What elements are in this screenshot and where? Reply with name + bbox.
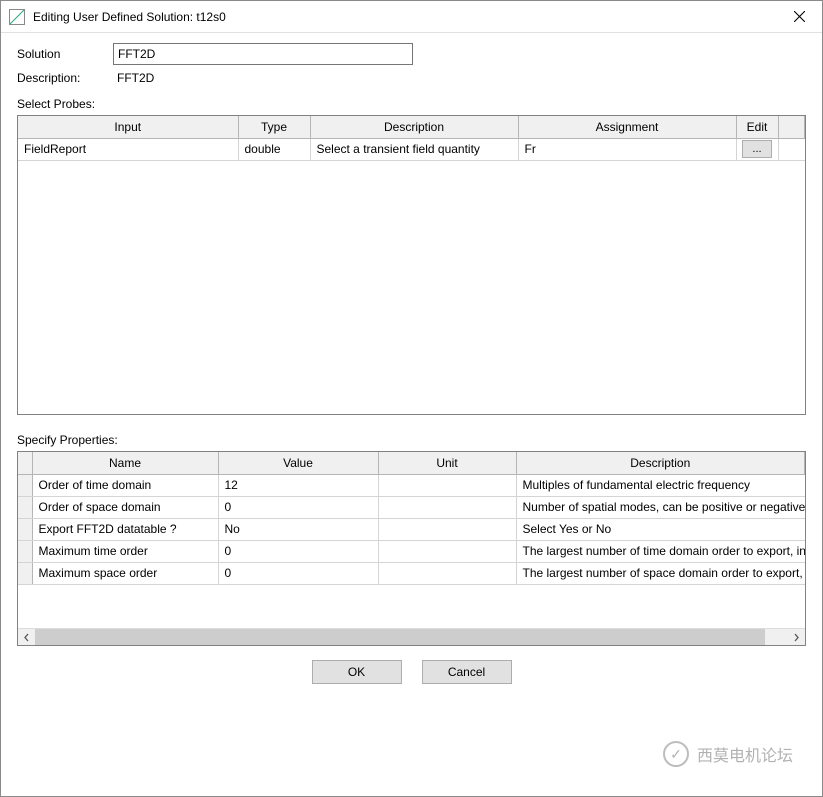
- row-handle[interactable]: [18, 540, 32, 562]
- table-row[interactable]: FieldReport double Select a transient fi…: [18, 138, 805, 160]
- properties-table: Name Value Unit Description Order of tim…: [18, 452, 805, 585]
- probe-blank-cell: [778, 138, 805, 160]
- app-icon: [9, 9, 25, 25]
- prop-description-cell[interactable]: The largest number of space domain order…: [516, 562, 805, 584]
- table-row[interactable]: Order of time domain12 Multiples of funda…: [18, 474, 805, 496]
- prop-name-cell[interactable]: Order of time domain: [32, 474, 218, 496]
- table-row[interactable]: Order of space domain0 Number of spatial …: [18, 496, 805, 518]
- probes-header-row: Input Type Description Assignment Edit: [18, 116, 805, 138]
- button-bar: OK Cancel: [17, 660, 806, 684]
- prop-name-cell[interactable]: Maximum space order: [32, 562, 218, 584]
- props-header-row: Name Value Unit Description: [18, 452, 805, 474]
- close-button[interactable]: [776, 1, 822, 32]
- table-row[interactable]: Maximum time order0 The largest number of…: [18, 540, 805, 562]
- probes-table-frame: Input Type Description Assignment Edit F…: [17, 115, 806, 415]
- probes-header-blank: [778, 116, 805, 138]
- prop-unit-cell[interactable]: [378, 496, 516, 518]
- table-row[interactable]: Maximum space order0 The largest number o…: [18, 562, 805, 584]
- solution-input[interactable]: [113, 43, 413, 65]
- probes-header-assignment[interactable]: Assignment: [518, 116, 736, 138]
- prop-unit-cell[interactable]: [378, 518, 516, 540]
- solution-label: Solution: [17, 47, 113, 61]
- probes-table: Input Type Description Assignment Edit F…: [18, 116, 805, 161]
- prop-description-cell[interactable]: Select Yes or No: [516, 518, 805, 540]
- properties-body: Name Value Unit Description Order of tim…: [18, 452, 805, 628]
- description-row: Description: FFT2D: [17, 71, 806, 85]
- titlebar[interactable]: Editing User Defined Solution: t12s0: [1, 1, 822, 33]
- description-value: FFT2D: [113, 71, 154, 85]
- table-row[interactable]: Export FFT2D datatable ?No Select Yes or …: [18, 518, 805, 540]
- properties-table-frame: Name Value Unit Description Order of tim…: [17, 451, 806, 646]
- prop-unit-cell[interactable]: [378, 540, 516, 562]
- probe-assignment-cell[interactable]: Fr: [518, 138, 736, 160]
- scroll-thumb[interactable]: [35, 629, 765, 645]
- prop-description-cell[interactable]: The largest number of time domain order …: [516, 540, 805, 562]
- probes-section-label: Select Probes:: [17, 97, 806, 111]
- probes-header-description[interactable]: Description: [310, 116, 518, 138]
- prop-value-cell[interactable]: 0: [218, 540, 378, 562]
- prop-value-cell[interactable]: No: [218, 518, 378, 540]
- props-header-unit[interactable]: Unit: [378, 452, 516, 474]
- prop-unit-cell[interactable]: [378, 474, 516, 496]
- row-handle[interactable]: [18, 474, 32, 496]
- cancel-button[interactable]: Cancel: [422, 660, 512, 684]
- probe-type-cell[interactable]: double: [238, 138, 310, 160]
- props-header-name[interactable]: Name: [32, 452, 218, 474]
- props-header-handle: [18, 452, 32, 474]
- probe-description-cell[interactable]: Select a transient field quantity: [310, 138, 518, 160]
- dialog-window: Editing User Defined Solution: t12s0 Sol…: [0, 0, 823, 797]
- scroll-left-button[interactable]: [18, 629, 35, 646]
- prop-description-cell[interactable]: Multiples of fundamental electric freque…: [516, 474, 805, 496]
- probe-edit-cell: ...: [736, 138, 778, 160]
- prop-unit-cell[interactable]: [378, 562, 516, 584]
- scroll-track[interactable]: [35, 629, 788, 645]
- prop-description-cell[interactable]: Number of spatial modes, can be positive…: [516, 496, 805, 518]
- probes-header-type[interactable]: Type: [238, 116, 310, 138]
- chevron-right-icon: [793, 633, 800, 642]
- description-label: Description:: [17, 71, 113, 85]
- edit-button[interactable]: ...: [742, 140, 772, 158]
- props-header-value[interactable]: Value: [218, 452, 378, 474]
- dialog-content: Solution Description: FFT2D Select Probe…: [1, 33, 822, 796]
- row-handle[interactable]: [18, 562, 32, 584]
- prop-value-cell[interactable]: 0: [218, 562, 378, 584]
- prop-name-cell[interactable]: Maximum time order: [32, 540, 218, 562]
- ok-button[interactable]: OK: [312, 660, 402, 684]
- chevron-left-icon: [23, 633, 30, 642]
- scroll-right-button[interactable]: [788, 629, 805, 646]
- prop-value-cell[interactable]: 0: [218, 496, 378, 518]
- prop-name-cell[interactable]: Export FFT2D datatable ?: [32, 518, 218, 540]
- probes-header-input[interactable]: Input: [18, 116, 238, 138]
- row-handle[interactable]: [18, 518, 32, 540]
- solution-row: Solution: [17, 43, 806, 65]
- window-title: Editing User Defined Solution: t12s0: [33, 10, 226, 24]
- horizontal-scrollbar[interactable]: [18, 628, 805, 645]
- properties-section-label: Specify Properties:: [17, 433, 806, 447]
- props-header-description[interactable]: Description: [516, 452, 805, 474]
- prop-name-cell[interactable]: Order of space domain: [32, 496, 218, 518]
- close-icon: [794, 11, 805, 22]
- probes-header-edit[interactable]: Edit: [736, 116, 778, 138]
- probe-input-cell[interactable]: FieldReport: [18, 138, 238, 160]
- row-handle[interactable]: [18, 496, 32, 518]
- prop-value-cell[interactable]: 12: [218, 474, 378, 496]
